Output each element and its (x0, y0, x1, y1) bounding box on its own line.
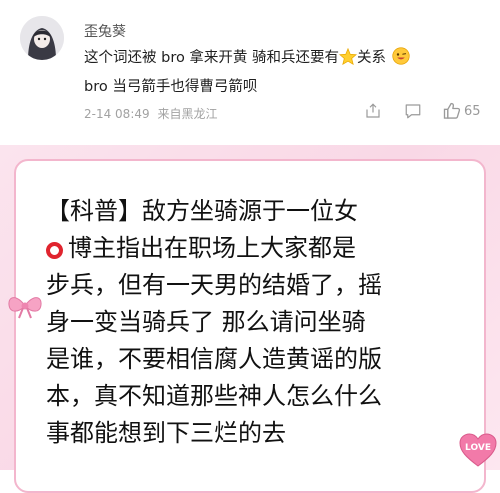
card-line-7: 事都能想到下三烂的去 (46, 419, 286, 447)
card-line-2-text: 博主指出在职场上大家都是 (68, 234, 356, 262)
comment-meta: 2-14 08:49 来自黑龙江 (84, 105, 217, 122)
star-icon (338, 47, 358, 69)
red-circle-icon (46, 242, 63, 259)
like-count: 65 (464, 104, 481, 119)
love-sticker-text: LOVE (465, 443, 491, 453)
card-line-6: 本，真不知道那些神人怎么什么 (46, 382, 382, 410)
comment-text-line-1: 这个词还被 bro 拿来开黄 骑和兵还要有 关系 (84, 46, 410, 69)
comment-text-part: 这个词还被 bro 拿来开黄 骑和兵还要有 (84, 50, 340, 66)
card-line-1: 【科普】敌方坐骑源于一位女 (46, 197, 358, 225)
card-line-2: 博主指出在职场上大家都是 (46, 230, 466, 267)
comment-text-line-2: bro 当弓箭手也得曹弓箭呗 (84, 79, 258, 95)
like-icon[interactable] (442, 101, 462, 121)
card-line-5: 是谁，不要相信腐人造黄谣的版 (46, 345, 382, 373)
comment-text-part: 关系 (357, 50, 387, 66)
card-line-3: 步兵，但有一天男的结婚了，摇 (46, 271, 382, 299)
comment-item: 歪兔葵 这个词还被 bro 拿来开黄 骑和兵还要有 关系 bro 当弓箭手也得曹弓… (0, 0, 500, 140)
location: 来自黑龙江 (157, 107, 218, 121)
share-icon[interactable] (364, 102, 382, 120)
username[interactable]: 歪兔葵 (84, 21, 126, 41)
avatar[interactable] (20, 16, 64, 60)
text-card: 【科普】敌方坐骑源于一位女 博主指出在职场上大家都是 步兵，但有一天男的结婚了，… (14, 159, 486, 493)
avatar-image (20, 16, 64, 60)
timestamp: 2-14 08:49 (84, 107, 150, 121)
pink-bow-icon (8, 297, 42, 319)
smile-emoji-icon (392, 47, 410, 69)
card-line-4: 身一变当骑兵了 那么请问坐骑 (46, 308, 366, 336)
comment-icon[interactable] (404, 102, 422, 120)
card-text: 【科普】敌方坐骑源于一位女 博主指出在职场上大家都是 步兵，但有一天男的结婚了，… (46, 193, 466, 452)
love-heart-icon: LOVE (459, 433, 497, 467)
image-card-background: 【科普】敌方坐骑源于一位女 博主指出在职场上大家都是 步兵，但有一天男的结婚了，… (0, 145, 500, 493)
